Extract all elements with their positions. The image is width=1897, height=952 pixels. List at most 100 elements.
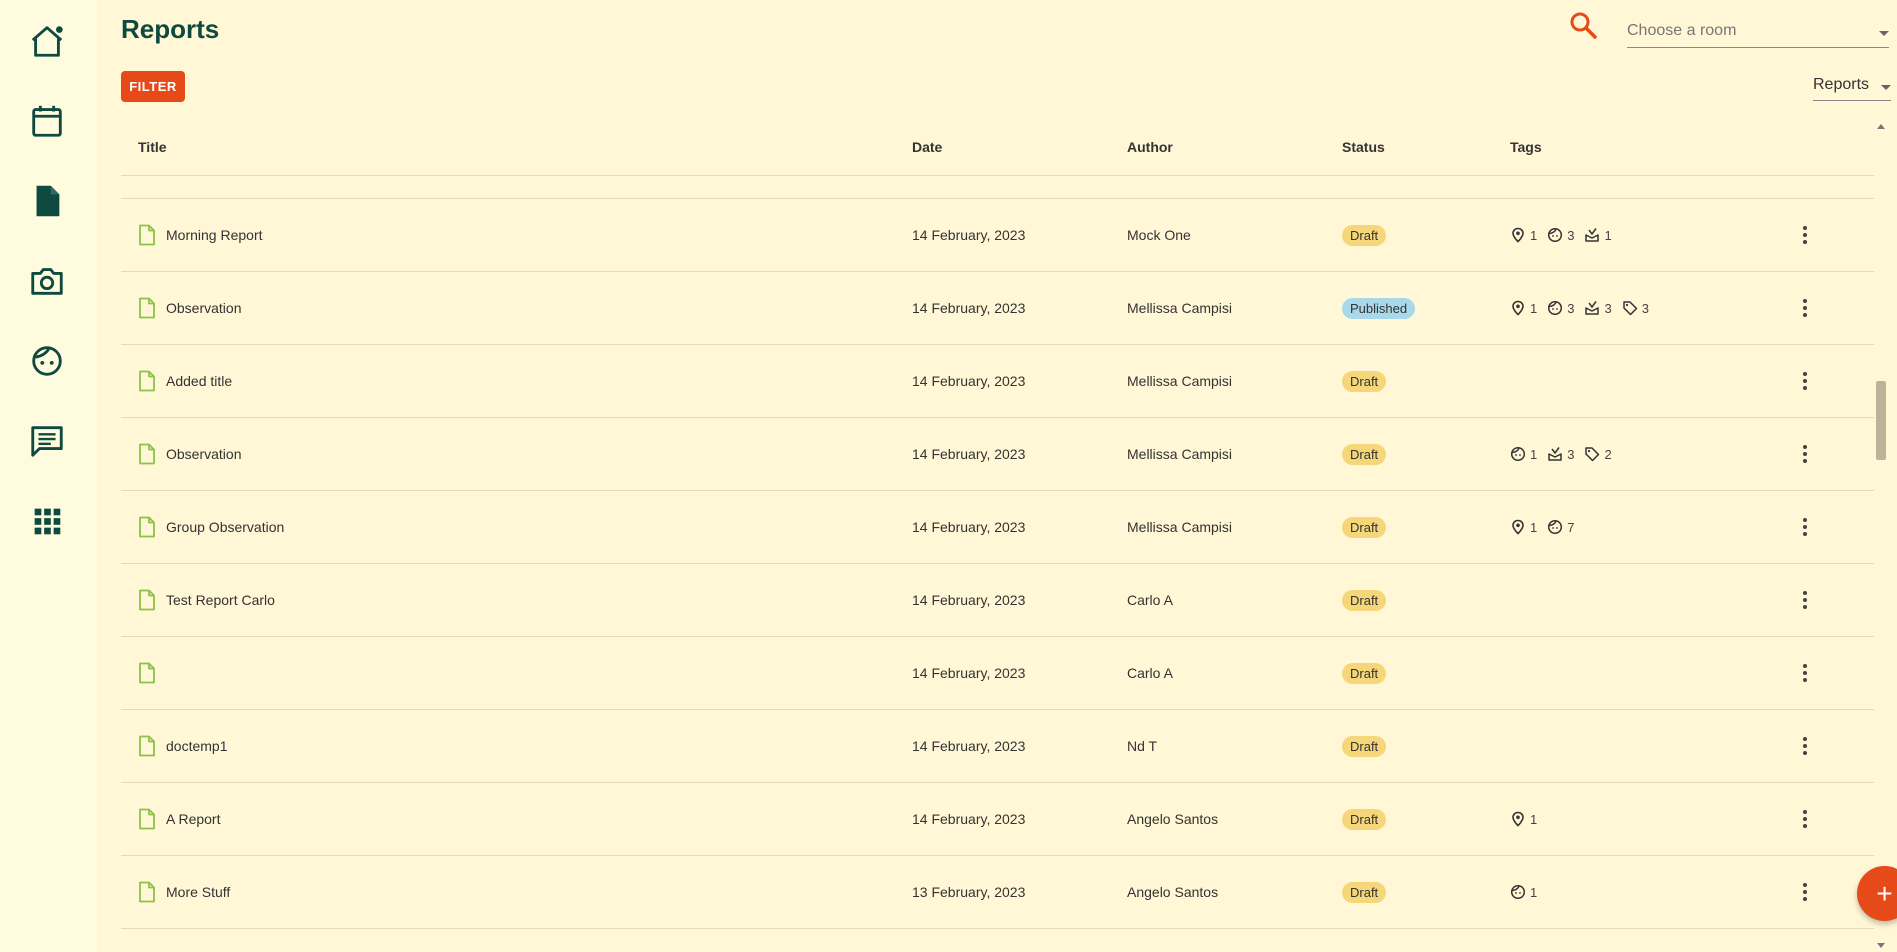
tag-count: 1 — [1510, 227, 1537, 243]
report-title[interactable]: A Report — [166, 783, 220, 855]
report-author: Angelo Santos — [1127, 884, 1219, 900]
table-row[interactable]: Morning Report 14 February, 2023 Mock One D… — [121, 199, 1874, 272]
tag-count: 3 — [1547, 227, 1574, 243]
tag-count: 1 — [1510, 446, 1537, 462]
more-vert-icon — [1803, 737, 1807, 755]
report-author: Angelo Santos — [1127, 811, 1219, 827]
calendar-icon — [32, 105, 62, 137]
search-icon[interactable] — [1568, 10, 1598, 40]
report-title[interactable]: Observation — [166, 272, 241, 344]
report-title[interactable]: Observation — [166, 418, 241, 490]
status-badge: Draft — [1342, 808, 1387, 830]
scroll-up-arrow-icon[interactable] — [1877, 124, 1885, 129]
table-row[interactable]: Observation 14 February, 2023 Mellissa Cam… — [121, 272, 1874, 345]
tag-count-value: 1 — [1604, 227, 1612, 243]
table-row[interactable]: doctemp1 14 February, 2023 Nd T Draft — [121, 710, 1874, 783]
message-icon — [31, 426, 63, 457]
row-more-button[interactable] — [1793, 856, 1817, 928]
view-select[interactable]: Reports — [1813, 73, 1891, 101]
column-header-author[interactable]: Author — [1127, 139, 1173, 155]
more-vert-icon — [1803, 372, 1807, 390]
report-title[interactable]: Morning Report — [166, 199, 263, 271]
status-badge: Published — [1342, 297, 1416, 319]
learning-icon — [1548, 447, 1562, 461]
report-title[interactable]: Test Report Carlo — [166, 564, 275, 636]
status-badge: Draft — [1342, 735, 1387, 757]
chevron-down-icon — [1879, 31, 1889, 36]
room-select[interactable]: Choose a room — [1627, 18, 1889, 48]
report-author: Mellissa Campisi — [1127, 373, 1233, 389]
tag-count-value: 3 — [1641, 300, 1649, 316]
report-author: Mellissa Campisi — [1127, 300, 1233, 316]
location-pin-icon — [1512, 519, 1524, 535]
column-header-title[interactable]: Title — [138, 139, 167, 155]
document-icon — [139, 516, 155, 538]
more-vert-icon — [1803, 299, 1807, 317]
status-badge: Draft — [1342, 589, 1387, 611]
report-title[interactable]: Added title — [166, 345, 232, 417]
row-more-button[interactable] — [1793, 637, 1817, 709]
row-more-button[interactable] — [1793, 345, 1817, 417]
nav-children[interactable] — [27, 341, 67, 381]
row-doc-icon-cell — [138, 783, 156, 855]
row-doc-icon-cell — [138, 564, 156, 636]
document-icon — [36, 185, 60, 217]
tags-cell: 1 — [1510, 856, 1547, 928]
more-vert-icon — [1803, 664, 1807, 682]
tag-count-value: 3 — [1604, 300, 1612, 316]
report-author: Mellissa Campisi — [1127, 519, 1233, 535]
status-badge: Draft — [1342, 370, 1387, 392]
column-header-status[interactable]: Status — [1342, 139, 1385, 155]
status-badge: Draft — [1342, 516, 1387, 538]
table-row[interactable]: More Stuff 13 February, 2023 Angelo Santos… — [121, 856, 1874, 929]
report-author: Carlo A — [1127, 665, 1173, 681]
document-icon — [139, 808, 155, 830]
status-cell: Draft — [1342, 418, 1387, 490]
tag-count-value: 1 — [1530, 884, 1538, 900]
document-icon — [139, 662, 155, 684]
tag-count: 2 — [1584, 446, 1612, 462]
table-row[interactable]: A Report 14 February, 2023 Angelo Santos Dr… — [121, 783, 1874, 856]
nav-reports[interactable] — [27, 181, 67, 221]
table-row[interactable]: Observation 14 February, 2023 Mellissa Cam… — [121, 418, 1874, 491]
more-vert-icon — [1803, 591, 1807, 609]
nav-camera[interactable] — [27, 261, 67, 301]
row-more-button[interactable] — [1793, 783, 1817, 855]
column-header-date[interactable]: Date — [912, 139, 942, 155]
row-more-button[interactable] — [1793, 272, 1817, 344]
table-row[interactable]: Added title 14 February, 2023 Mellissa Cam… — [121, 345, 1874, 418]
row-more-button[interactable] — [1793, 710, 1817, 782]
location-pin-icon — [1512, 300, 1524, 316]
nav-calendar[interactable] — [27, 101, 67, 141]
nav-messages[interactable] — [27, 421, 67, 461]
tag-count: 1 — [1510, 884, 1537, 900]
row-more-button[interactable] — [1793, 418, 1817, 490]
child-face-icon — [1510, 446, 1526, 462]
nav-apps[interactable] — [27, 501, 67, 541]
table-scrollbar[interactable] — [1873, 120, 1889, 952]
table-row[interactable]: 14 February, 2023 Carlo A Draft — [121, 637, 1874, 710]
report-title[interactable]: More Stuff — [166, 856, 230, 928]
column-header-tags[interactable]: Tags — [1510, 139, 1542, 155]
report-title[interactable]: Group Observation — [166, 491, 284, 563]
more-vert-icon — [1803, 226, 1807, 244]
status-cell: Draft — [1342, 345, 1387, 417]
table-row[interactable]: Group Observation 14 February, 2023 Mellis… — [121, 491, 1874, 564]
scroll-down-arrow-icon[interactable] — [1877, 943, 1885, 948]
table-row[interactable]: Test Report Carlo 14 February, 2023 Carlo … — [121, 564, 1874, 637]
tag-icon — [1622, 301, 1637, 316]
report-author: Mock One — [1127, 227, 1191, 243]
row-more-button[interactable] — [1793, 564, 1817, 636]
report-author: Nd T — [1127, 738, 1158, 754]
report-title[interactable]: doctemp1 — [166, 710, 227, 782]
tag-count: 1 — [1584, 227, 1612, 243]
chevron-down-icon — [1881, 85, 1891, 90]
row-more-button[interactable] — [1793, 491, 1817, 563]
row-doc-icon-cell — [138, 272, 156, 344]
row-doc-icon-cell — [138, 418, 156, 490]
row-more-button[interactable] — [1793, 199, 1817, 271]
more-vert-icon — [1803, 883, 1807, 901]
scrollbar-thumb[interactable] — [1876, 381, 1886, 460]
filter-button[interactable]: FILTER — [121, 71, 185, 102]
nav-home[interactable] — [27, 21, 67, 61]
